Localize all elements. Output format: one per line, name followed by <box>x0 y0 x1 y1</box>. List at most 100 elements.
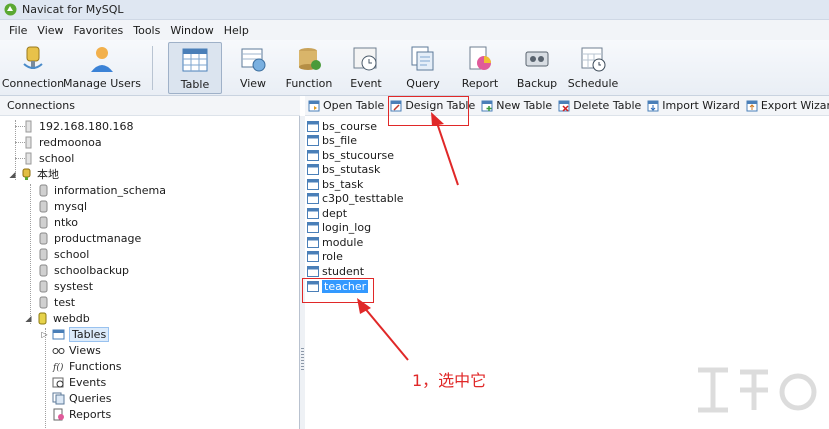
table-item-login-log[interactable]: login_log <box>307 220 371 234</box>
connection-plug-icon <box>22 168 31 180</box>
database-icon <box>39 296 48 308</box>
splitter-grip[interactable] <box>301 348 304 372</box>
database-icon <box>39 248 48 260</box>
tree-server-local[interactable]: ◢ 本地 <box>8 166 59 182</box>
toolbar-function-button[interactable]: Function <box>284 42 334 94</box>
tree-guide-line <box>30 184 31 324</box>
tree-db-information-schema[interactable]: information_schema <box>37 182 166 198</box>
table-icon <box>307 265 319 277</box>
tree-db-schoolbackup[interactable]: schoolbackup <box>37 262 129 278</box>
report-icon <box>469 46 491 70</box>
tree-server-redmoonoa[interactable]: redmoonoa <box>22 134 102 150</box>
table-icon <box>307 120 319 132</box>
toolbar-connection-button[interactable]: Connection <box>2 42 64 94</box>
svg-text:f(): f() <box>52 362 64 373</box>
toolbar-table-button[interactable]: Table <box>168 42 222 94</box>
toolbar-schedule-button[interactable]: Schedule <box>568 42 618 94</box>
new-table-icon <box>481 100 493 111</box>
tree-db-school[interactable]: school <box>37 246 89 262</box>
collapse-arrow-icon[interactable]: ▷ <box>40 330 49 339</box>
new-table-button[interactable]: New Table <box>478 97 555 115</box>
connection-tree: 192.168.180.168 redmoonoa school ◢ 本地 in… <box>0 116 300 429</box>
event-clock-icon <box>52 377 64 387</box>
expand-arrow-icon[interactable]: ◢ <box>8 170 17 179</box>
toolbar-query-button[interactable]: Query <box>402 42 444 94</box>
tree-server-192-168-180-168[interactable]: 192.168.180.168 <box>22 118 133 134</box>
database-icon <box>39 184 48 196</box>
menu-bar: File View Favorites Tools Window Help <box>0 20 829 40</box>
tree-db-test[interactable]: test <box>37 294 75 310</box>
database-open-icon <box>38 312 47 324</box>
table-icon <box>307 236 319 248</box>
annotation-select-it-text: 1，选中它 <box>412 371 487 390</box>
menu-window[interactable]: Window <box>165 24 218 37</box>
table-item-student[interactable]: student <box>307 264 364 278</box>
export-icon <box>746 100 758 111</box>
table-item-bs-course[interactable]: bs_course <box>307 119 377 133</box>
query-icon <box>411 46 434 71</box>
tree-reports[interactable]: Reports <box>52 406 111 422</box>
view-icon <box>241 48 266 72</box>
tree-events[interactable]: Events <box>52 374 106 390</box>
database-icon <box>39 264 48 276</box>
toolbar-event-button[interactable]: Event <box>344 42 388 94</box>
menu-view[interactable]: View <box>32 24 68 37</box>
delete-table-button[interactable]: Delete Table <box>555 97 644 115</box>
title-bar: Navicat for MySQL <box>0 0 829 20</box>
teacher-highlight-box <box>302 278 374 303</box>
table-item-c3p0-testtable[interactable]: c3p0_testtable <box>307 191 404 205</box>
table-item-bs-stutask[interactable]: bs_stutask <box>307 162 380 176</box>
window-title: Navicat for MySQL <box>22 3 124 16</box>
glasses-icon <box>52 347 65 354</box>
tree-views[interactable]: Views <box>52 342 101 358</box>
tree-db-productmanage[interactable]: productmanage <box>37 230 141 246</box>
delete-table-icon <box>558 100 570 112</box>
open-table-button[interactable]: Open Table <box>305 97 387 115</box>
table-item-role[interactable]: role <box>307 249 343 263</box>
expand-arrow-icon[interactable]: ◢ <box>24 314 33 323</box>
tables-icon <box>52 329 65 339</box>
table-icon <box>307 163 319 175</box>
connections-header: Connections <box>0 96 300 116</box>
tree-guide-line <box>45 328 46 428</box>
toolbar-report-button[interactable]: Report <box>458 42 502 94</box>
tree-db-webdb[interactable]: ◢ webdb <box>24 310 89 326</box>
table-item-bs-stucourse[interactable]: bs_stucourse <box>307 148 394 162</box>
toolbar-backup-button[interactable]: Backup <box>514 42 560 94</box>
server-icon <box>25 152 32 164</box>
table-item-module[interactable]: module <box>307 235 363 249</box>
import-wizard-button[interactable]: Import Wizard <box>644 97 743 115</box>
event-icon <box>353 47 377 71</box>
toolbar-manage-users-button[interactable]: Manage Users <box>63 42 141 94</box>
site-watermark-logo <box>698 367 817 413</box>
tree-server-school[interactable]: school <box>22 150 74 166</box>
table-icon <box>307 221 319 233</box>
toolbar-view-button[interactable]: View <box>230 42 276 94</box>
tree-db-systest[interactable]: systest <box>37 278 93 294</box>
object-action-bar: Open Table Design Table New Table Delete… <box>305 96 829 116</box>
table-icon <box>307 178 319 190</box>
table-item-bs-file[interactable]: bs_file <box>307 133 357 147</box>
main-toolbar: Connection Manage Users Table View Funct… <box>0 40 829 96</box>
table-item-bs-task[interactable]: bs_task <box>307 177 363 191</box>
function-icon <box>299 48 321 70</box>
toolbar-separator <box>152 46 153 90</box>
table-icon <box>307 134 319 146</box>
export-wizard-button[interactable]: Export Wizard <box>743 97 829 115</box>
menu-file[interactable]: File <box>4 24 32 37</box>
query-doc-icon <box>52 392 65 404</box>
tree-functions[interactable]: f() Functions <box>52 358 122 374</box>
tree-queries[interactable]: Queries <box>52 390 111 406</box>
tree-db-mysql[interactable]: mysql <box>37 198 87 214</box>
menu-tools[interactable]: Tools <box>128 24 165 37</box>
tree-db-ntko[interactable]: ntko <box>37 214 78 230</box>
tree-tables[interactable]: ▷ Tables <box>40 326 110 342</box>
table-item-dept[interactable]: dept <box>307 206 347 220</box>
menu-favorites[interactable]: Favorites <box>69 24 129 37</box>
table-icon <box>307 207 319 219</box>
menu-help[interactable]: Help <box>219 24 254 37</box>
table-icon <box>182 48 208 72</box>
users-icon <box>91 47 113 72</box>
database-icon <box>39 232 48 244</box>
design-table-highlight-box <box>388 96 469 126</box>
